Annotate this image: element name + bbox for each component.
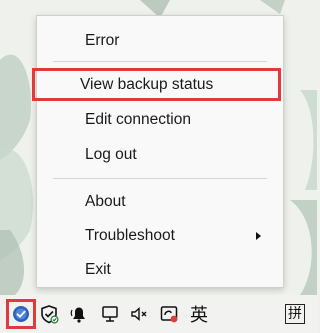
- menu-item-label: About: [85, 192, 126, 210]
- menu-item-label: Log out: [85, 145, 137, 163]
- ime-language-icon[interactable]: 英: [186, 301, 212, 327]
- menu-item-label: Troubleshoot: [85, 226, 175, 244]
- tray-context-menu: Error View backup status Edit connection…: [32, 15, 284, 288]
- menu-item-error[interactable]: Error: [37, 24, 283, 57]
- bell-icon[interactable]: [66, 301, 92, 327]
- network-icon[interactable]: [97, 301, 123, 327]
- ime-mode-icon[interactable]: 拼: [282, 301, 308, 327]
- menu-item-about[interactable]: About: [37, 185, 283, 218]
- menu-item-exit[interactable]: Exit: [37, 253, 283, 286]
- menu-item-log-out[interactable]: Log out: [37, 138, 283, 171]
- menu-item-label: Error: [85, 31, 120, 49]
- system-tray: 英 拼: [0, 295, 317, 333]
- speaker-muted-icon[interactable]: [126, 301, 152, 327]
- backup-app-icon[interactable]: [6, 299, 36, 329]
- menu-item-view-backup-status[interactable]: View backup status: [32, 68, 281, 101]
- menu-item-label: Exit: [85, 260, 111, 278]
- menu-separator: [53, 178, 267, 179]
- notification-app-icon[interactable]: [156, 301, 182, 327]
- menu-item-label: View backup status: [80, 75, 214, 93]
- menu-separator: [53, 61, 267, 62]
- menu-item-troubleshoot[interactable]: Troubleshoot: [37, 219, 283, 252]
- menu-item-label: Edit connection: [85, 110, 191, 128]
- submenu-arrow-icon: [256, 231, 261, 240]
- shield-icon[interactable]: [36, 301, 62, 327]
- menu-item-edit-connection[interactable]: Edit connection: [37, 103, 283, 136]
